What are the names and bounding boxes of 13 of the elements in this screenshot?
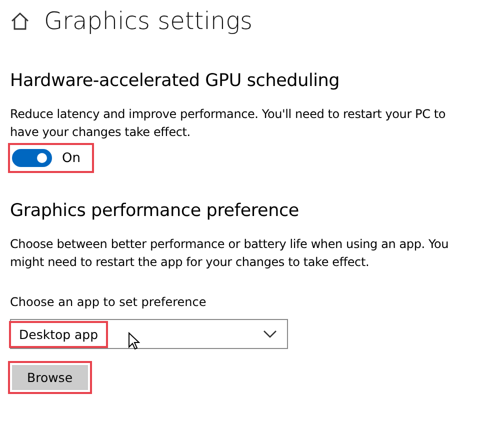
description-text: Choose between better performance or battery life when using an app. You might need to restart the app for your changes to take effect. [10, 236, 450, 271]
chevron-down-icon [263, 330, 277, 338]
toggle-switch[interactable] [12, 149, 52, 167]
section-heading: Graphics performance preference [10, 201, 300, 221]
home-icon[interactable] [10, 11, 30, 31]
browse-button[interactable]: Browse [12, 365, 88, 390]
app-type-dropdown[interactable]: Desktop app [10, 319, 288, 349]
section-heading: Hardware-accelerated GPU scheduling [10, 71, 341, 91]
mouse-pointer-icon [128, 332, 140, 350]
toggle-label: On [62, 150, 80, 166]
dropdown-label: Choose an app to set preference [10, 295, 208, 309]
page-title: Graphics settings [44, 7, 252, 35]
description-text: Reduce latency and improve performance. You'll need to restart your PC to have your changes take effect. [10, 106, 447, 141]
